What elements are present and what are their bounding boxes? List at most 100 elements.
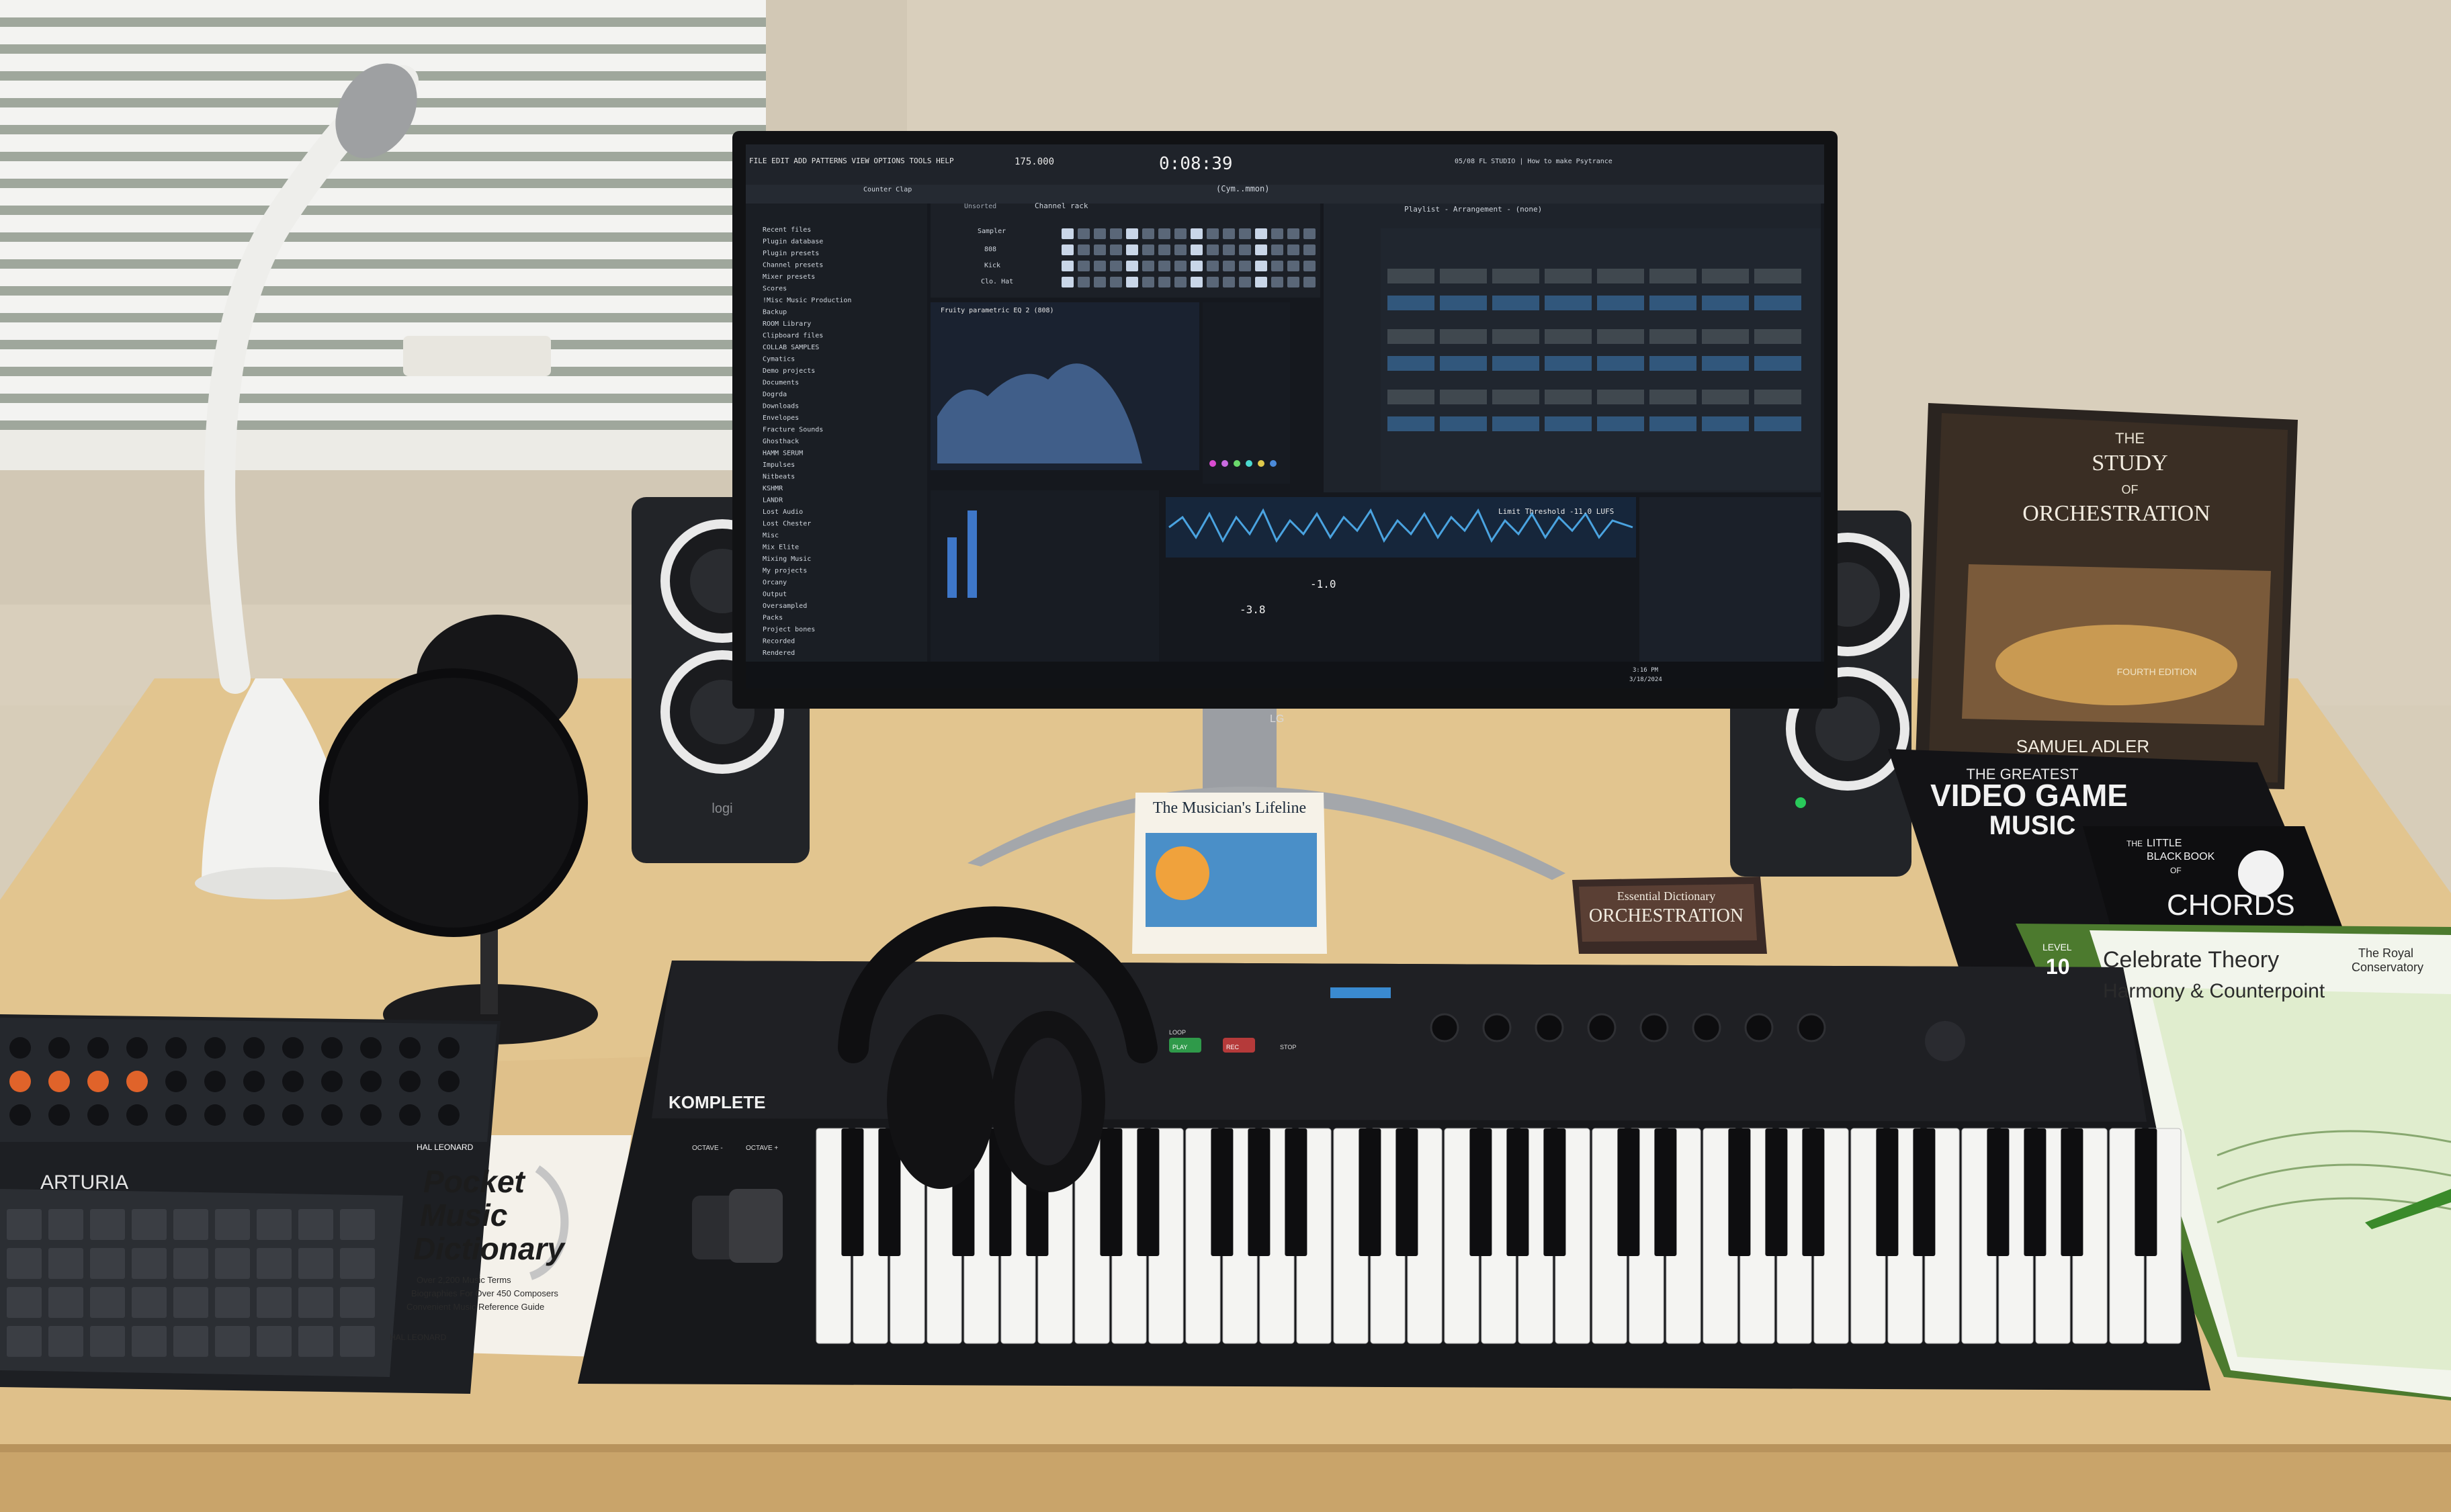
blind-slat: [0, 188, 766, 206]
synth-knob: [243, 1037, 265, 1059]
playlist-clip: [1754, 269, 1801, 283]
synth-pad: [340, 1209, 375, 1240]
status-time: 3:16 PM: [1633, 667, 1659, 674]
step-button: [1255, 277, 1267, 287]
blind-slat: [0, 242, 766, 259]
step-button: [1223, 228, 1235, 239]
synth-knob: [165, 1037, 187, 1059]
browser-item: ROOM Library: [763, 320, 811, 328]
playlist-clip: [1440, 390, 1487, 404]
synth-pad: [173, 1326, 208, 1357]
status-date: 3/18/2024: [1629, 676, 1662, 683]
synth-knob: [204, 1104, 226, 1126]
synth-knob: [126, 1037, 148, 1059]
black-key: [841, 1128, 864, 1256]
step-button: [1062, 277, 1074, 287]
step-button: [1303, 228, 1316, 239]
playlist-clip: [1649, 329, 1696, 344]
orch-title-2: STUDY: [2092, 451, 2167, 476]
celebrate-subtitle: Harmony & Counterpoint: [2103, 980, 2325, 1002]
synth-knob: [360, 1071, 382, 1092]
keyboard-knob: [1587, 1013, 1617, 1042]
step-button: [1158, 261, 1170, 271]
daw-preset-name: (Cym..mmon): [1216, 184, 1269, 193]
limiter-readout: Limit Threshold -11.0 LUFS: [1498, 507, 1614, 516]
step-button: [1062, 261, 1074, 271]
synth-brand: ARTURIA: [40, 1171, 128, 1194]
synth-pad: [215, 1248, 250, 1279]
step-button: [1094, 277, 1106, 287]
playlist-clip: [1545, 356, 1592, 371]
step-button: [1110, 228, 1122, 239]
monitor-brand: LG: [1270, 713, 1284, 725]
keyboard-play: PLAY: [1172, 1044, 1187, 1051]
playlist-clip: [1545, 269, 1592, 283]
channel-808: 808: [984, 246, 996, 253]
browser-item: Fracture Sounds: [763, 427, 823, 434]
eq-plugin-title: Fruity parametric EQ 2 (808): [941, 307, 1054, 314]
step-button: [1239, 261, 1251, 271]
synth-knob: [204, 1071, 226, 1092]
browser-item: COLLAB SAMPLES: [763, 344, 819, 351]
synth-pad: [340, 1287, 375, 1318]
dict-line-1: Essential Dictionary: [1617, 889, 1715, 903]
mixer-led: [1270, 460, 1277, 467]
synth-pad: [340, 1248, 375, 1279]
keyboard-knob: [1535, 1013, 1564, 1042]
browser-item: Project bones: [763, 626, 815, 633]
synth-knob: [9, 1071, 31, 1092]
lifeline-text: The Musician's Lifeline: [1153, 799, 1306, 817]
browser-item: !Misc Music Production: [763, 297, 851, 304]
synth-pad: [90, 1287, 125, 1318]
step-button: [1110, 244, 1122, 255]
browser-item: KSHMR: [763, 485, 783, 492]
synth-knob: [126, 1071, 148, 1092]
playlist-clip: [1387, 269, 1434, 283]
threshold-value: -3.8: [1240, 603, 1266, 616]
keyboard-rec: REC: [1226, 1044, 1240, 1051]
browser-item: HAMM SERUM: [763, 450, 803, 457]
step-button: [1126, 228, 1138, 239]
daw-hint-title: 05/08 FL STUDIO | How to make Psytrance: [1455, 158, 1612, 165]
step-button: [1126, 244, 1138, 255]
playlist-clip: [1597, 416, 1644, 431]
celebrate-level: 10: [2046, 954, 2070, 979]
synth-pad: [215, 1326, 250, 1357]
browser-item: Orcany: [763, 579, 787, 586]
synth-knob: [87, 1037, 109, 1059]
step-button: [1223, 277, 1235, 287]
synth-knob: [282, 1037, 304, 1059]
black-key: [1137, 1128, 1160, 1256]
playlist-clip: [1440, 416, 1487, 431]
browser-item: Lost Chester: [763, 521, 811, 528]
step-button: [1255, 228, 1267, 239]
browser-item: Plugin presets: [763, 250, 819, 257]
playlist-clip: [1387, 296, 1434, 310]
browser-item: Channel presets: [763, 262, 823, 269]
blind-slat: [0, 296, 766, 313]
vg-line-3: MUSIC: [1989, 811, 2076, 840]
browser-item: Packs: [763, 615, 783, 622]
orch-edition: FOURTH EDITION: [2117, 666, 2197, 677]
step-button: [1287, 261, 1299, 271]
playlist-clip: [1387, 356, 1434, 371]
playlist-clip: [1387, 416, 1434, 431]
browser-item: Mix Elite: [763, 544, 799, 551]
blind-slat: [0, 403, 766, 420]
black-key: [2024, 1128, 2047, 1256]
synth-knob: [321, 1071, 343, 1092]
synth-knob: [360, 1037, 382, 1059]
step-button: [1287, 277, 1299, 287]
black-key: [1876, 1128, 1899, 1256]
playlist-clip: [1440, 269, 1487, 283]
playlist-clip: [1597, 390, 1644, 404]
celebrate-publisher-1: The Royal: [2358, 946, 2413, 960]
playlist-clip: [1545, 416, 1592, 431]
synth-pad: [298, 1326, 333, 1357]
keyboard-octave-down: OCTAVE -: [692, 1145, 723, 1152]
playlist-clip: [1545, 329, 1592, 344]
synth-pad: [48, 1287, 83, 1318]
synth-pad: [7, 1326, 42, 1357]
synth-knob: [360, 1104, 382, 1126]
synth-pad: [298, 1209, 333, 1240]
